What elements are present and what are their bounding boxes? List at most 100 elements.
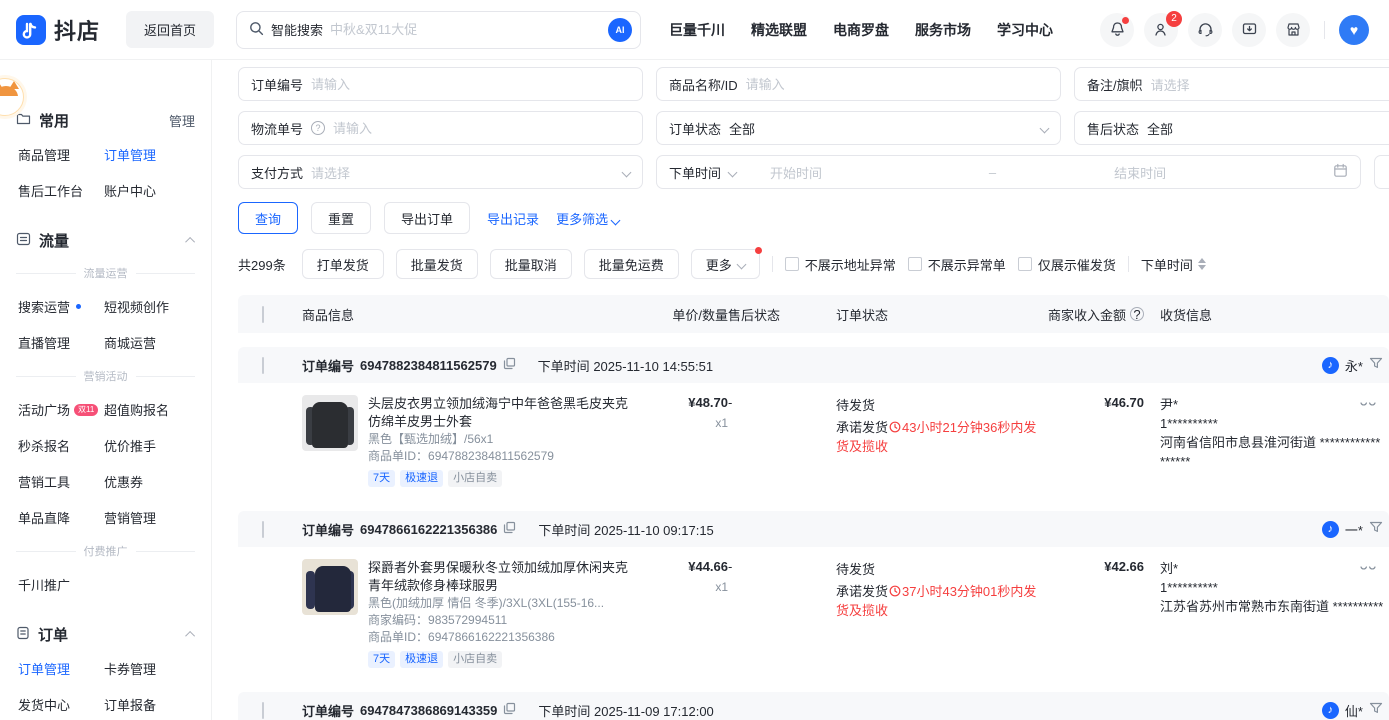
product-title[interactable]: 头层皮衣男立领加绒海宁中年爸爸黑毛皮夹克仿绵羊皮男士外套: [368, 395, 632, 431]
sidebar-item-mall-ops[interactable]: 商城运营: [104, 333, 195, 352]
nav-qianchuan[interactable]: 巨量千川: [669, 20, 725, 40]
global-search[interactable]: 智能搜索 AI: [236, 11, 641, 49]
order-time-label: 下单时间: [538, 523, 590, 538]
collapse-chevron-icon[interactable]: [185, 237, 195, 247]
toolbar-divider: [772, 256, 773, 272]
print-ship-button[interactable]: 打单发货: [302, 249, 384, 279]
buyer-name[interactable]: 一*: [1345, 520, 1363, 539]
sidebar-item-seckill[interactable]: 秒杀报名: [18, 436, 104, 455]
end-time-placeholder[interactable]: 结束时间: [1114, 163, 1166, 182]
view-privacy-icon[interactable]: [1360, 562, 1376, 577]
shop-logo[interactable]: 抖店: [16, 14, 100, 46]
more-filters-link[interactable]: 更多筛选: [556, 209, 619, 228]
copy-icon[interactable]: [503, 702, 516, 718]
nav-xuexi[interactable]: 学习中心: [997, 20, 1053, 40]
hide-abnormal-order-checkbox[interactable]: 不展示异常单: [908, 255, 1006, 274]
hide-addr-abnormal-checkbox[interactable]: 不展示地址异常: [785, 255, 896, 274]
query-button[interactable]: 查询: [238, 202, 298, 234]
filter-placeholder: 请选择: [1151, 75, 1190, 94]
order-time-label: 下单时间: [538, 704, 590, 719]
product-image[interactable]: [302, 395, 358, 451]
manage-link[interactable]: 管理: [169, 111, 195, 130]
nav-fuwu[interactable]: 服务市场: [915, 20, 971, 40]
search-input[interactable]: [330, 22, 601, 37]
sidebar-item-activity-plaza[interactable]: 活动广场双11: [18, 400, 104, 419]
export-orders-button[interactable]: 导出订单: [384, 202, 470, 234]
order-checkbox[interactable]: [262, 521, 264, 538]
sidebar-item-marketing-manage[interactable]: 营销管理: [104, 508, 195, 527]
batch-cancel-button[interactable]: 批量取消: [490, 249, 572, 279]
sidebar-item-qianchuan-promo[interactable]: 千川推广: [18, 575, 104, 594]
batch-ship-button[interactable]: 批量发货: [396, 249, 478, 279]
sidebar-item-search-ops[interactable]: 搜索运营: [18, 297, 104, 316]
filter-tracking-no[interactable]: 物流单号 ?: [238, 111, 643, 145]
batch-free-shipping-button[interactable]: 批量免运费: [584, 249, 679, 279]
more-actions-button[interactable]: 更多: [691, 249, 760, 279]
sidebar-item-short-video[interactable]: 短视频创作: [104, 297, 195, 316]
product-title[interactable]: 探爵者外套男保暖秋冬立领加绒加厚休闲夹克青年绒款修身棒球服男: [368, 559, 632, 595]
only-urged-checkbox[interactable]: 仅展示催发货: [1018, 255, 1116, 274]
sidebar-item-order-report[interactable]: 订单报备: [104, 695, 195, 714]
filter-aftersale-status[interactable]: 售后状态 全部: [1074, 111, 1389, 145]
tracking-no-input[interactable]: [333, 121, 630, 136]
sidebar-item-order-manage[interactable]: 订单管理: [104, 145, 195, 164]
sidebar-item-ship-center[interactable]: 发货中心: [18, 695, 104, 714]
order-checkbox[interactable]: [262, 357, 264, 374]
contacts-icon[interactable]: 2: [1144, 13, 1178, 47]
export-log-link[interactable]: 导出记录: [487, 209, 539, 228]
nav-jingxuan[interactable]: 精选联盟: [751, 20, 807, 40]
filter-order-time-range[interactable]: 下单时间 开始时间 – 结束时间: [656, 155, 1361, 189]
filter-funnel-icon[interactable]: [1369, 702, 1383, 718]
total-count: 共299条: [238, 255, 286, 274]
customer-service-icon[interactable]: [1188, 13, 1222, 47]
sort-by-order-time[interactable]: 下单时间: [1141, 255, 1206, 274]
income-help-icon[interactable]: ?: [1130, 307, 1144, 321]
unit-price: ¥48.70: [632, 395, 728, 410]
product-name-input[interactable]: [746, 77, 1048, 92]
notification-bell-icon[interactable]: [1100, 13, 1134, 47]
filter-order-no[interactable]: 订单编号: [238, 67, 643, 101]
col-receiver-info: 收货信息: [1160, 305, 1389, 324]
sidebar-item-youjia[interactable]: 优价推手: [104, 436, 195, 455]
sidebar-item-account-center[interactable]: 账户中心: [104, 181, 195, 200]
buyer-name[interactable]: 仙*: [1345, 701, 1363, 720]
storefront-icon[interactable]: [1276, 13, 1310, 47]
sidebar-item-marketing-tools[interactable]: 营销工具: [18, 472, 104, 491]
filter-remark-flag[interactable]: 备注/旗帜 请选择: [1074, 67, 1389, 101]
start-time-placeholder[interactable]: 开始时间: [770, 163, 822, 182]
view-privacy-icon[interactable]: [1360, 398, 1376, 413]
sidebar-item-product-manage[interactable]: 商品管理: [18, 145, 104, 164]
download-client-icon[interactable]: [1232, 13, 1266, 47]
order-time: 2025-11-10 14:55:51: [593, 359, 713, 374]
time-type-select[interactable]: 下单时间: [669, 163, 721, 182]
select-all-checkbox[interactable]: [262, 306, 264, 323]
sidebar-item-coupon[interactable]: 优惠券: [104, 472, 195, 491]
reset-button[interactable]: 重置: [311, 202, 371, 234]
sidebar-item-super-value[interactable]: 超值购报名: [104, 400, 195, 419]
filter-product-name[interactable]: 商品名称/ID: [656, 67, 1061, 101]
filter-payment[interactable]: 支付方式 请选择: [238, 155, 643, 189]
user-avatar[interactable]: ♥: [1339, 15, 1369, 45]
sidebar-item-single-discount[interactable]: 单品直降: [18, 508, 104, 527]
sidebar-item-order-manage-2[interactable]: 订单管理: [18, 659, 104, 678]
collapse-chevron-icon[interactable]: [185, 631, 195, 641]
sidebar-section-common: 常用 管理 商品管理 订单管理 售后工作台 账户中心: [16, 100, 195, 214]
product-image[interactable]: [302, 559, 358, 615]
nav-luopan[interactable]: 电商罗盘: [833, 20, 889, 40]
copy-icon[interactable]: [503, 521, 516, 537]
help-question-icon[interactable]: ?: [311, 121, 325, 135]
tag-self-sale: 小店自卖: [448, 470, 502, 487]
filter-funnel-icon[interactable]: [1369, 521, 1383, 537]
filter-order-status[interactable]: 订单状态 全部: [656, 111, 1061, 145]
ai-search-icon[interactable]: AI: [608, 18, 632, 42]
sidebar-item-aftersale-workbench[interactable]: 售后工作台: [18, 181, 104, 200]
filter-clipped-box[interactable]: [1374, 155, 1389, 189]
buyer-name[interactable]: 永*: [1345, 356, 1363, 375]
order-no-input[interactable]: [311, 77, 630, 92]
sidebar-item-live-manage[interactable]: 直播管理: [18, 333, 104, 352]
order-checkbox[interactable]: [262, 702, 264, 719]
sidebar-item-card-coupon[interactable]: 卡券管理: [104, 659, 195, 678]
back-home-button[interactable]: 返回首页: [126, 11, 214, 48]
filter-funnel-icon[interactable]: [1369, 357, 1383, 373]
copy-icon[interactable]: [503, 357, 516, 373]
